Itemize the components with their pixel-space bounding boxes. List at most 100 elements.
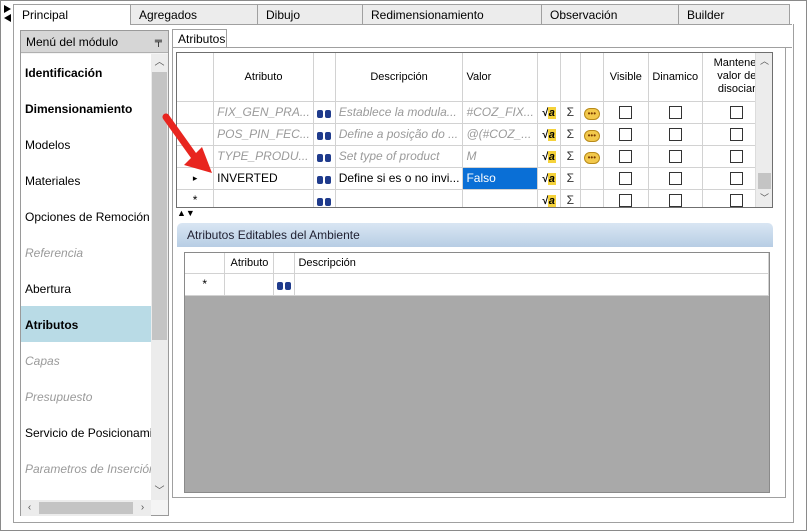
- table-row-new[interactable]: *: [185, 273, 769, 296]
- binoculars-icon[interactable]: [313, 189, 336, 207]
- splitter-arrows-icon[interactable]: ▲▼: [177, 209, 195, 218]
- tab-principal[interactable]: Principal: [13, 4, 131, 25]
- scroll-up-icon[interactable]: ︿: [756, 53, 772, 70]
- tab-label: Builder: [687, 8, 725, 22]
- binoculars-icon[interactable]: [313, 145, 336, 168]
- binoculars-icon[interactable]: [313, 101, 336, 124]
- value-cell[interactable]: Falso: [462, 167, 538, 190]
- attribute-name-cell[interactable]: INVERTED: [213, 167, 314, 190]
- sigma-icon[interactable]: Σ: [560, 145, 581, 168]
- sidebar-item-parametros-insercion: Parametros de Inserción: [25, 462, 151, 476]
- table-row-current[interactable]: ▸ INVERTED Define si es o no invi... Fal…: [177, 167, 772, 190]
- description-cell[interactable]: Establece la modula...: [335, 101, 464, 124]
- tab-dibujo[interactable]: Dibujo: [257, 4, 363, 24]
- dinamico-checkbox[interactable]: [648, 189, 703, 207]
- module-menu-title: Menú del módulo: [26, 35, 119, 49]
- binoculars-icon[interactable]: [313, 123, 336, 146]
- scroll-down-icon[interactable]: ﹀: [756, 190, 772, 207]
- grid-vertical-scrollbar[interactable]: ︿ ﹀: [755, 53, 772, 207]
- description-cell[interactable]: [294, 273, 769, 296]
- tab-label: Dibujo: [266, 8, 301, 22]
- sigma-icon[interactable]: Σ: [560, 101, 581, 124]
- table-row[interactable]: TYPE_PRODU... Set type of product M √a Σ…: [177, 145, 772, 168]
- sidebar-item-materiales[interactable]: Materiales: [21, 162, 151, 198]
- attribute-name-cell[interactable]: FIX_GEN_PRA...: [213, 101, 314, 124]
- tab-observacion[interactable]: Observación: [541, 4, 679, 24]
- env-section-header: Atributos Editables del Ambiente: [177, 223, 773, 247]
- sigma-icon[interactable]: Σ: [560, 123, 581, 146]
- visible-checkbox[interactable]: [603, 101, 649, 124]
- visible-checkbox[interactable]: [603, 167, 649, 190]
- scroll-right-icon[interactable]: ›: [134, 500, 151, 516]
- attributes-table: Atributo Descripción Valor Visible Dinam…: [177, 53, 772, 207]
- sidebar-horizontal-scrollbar[interactable]: ‹ ›: [21, 500, 151, 516]
- sidebar-item-identificacion[interactable]: Identificación: [21, 54, 151, 90]
- main-tabs: Principal Agregados Dibujo Redimensionam…: [13, 4, 790, 25]
- visible-checkbox[interactable]: [603, 123, 649, 146]
- value-cell[interactable]: #COZ_FIX...: [462, 101, 538, 124]
- scroll-up-icon[interactable]: ︿: [151, 54, 168, 71]
- sidebar-item-dimensionamiento[interactable]: Dimensionamiento: [21, 90, 151, 126]
- module-menu-header: Menú del módulo ╤: [21, 31, 168, 53]
- binoculars-icon[interactable]: [273, 273, 296, 296]
- col-atributo[interactable]: Atributo: [224, 253, 275, 274]
- comment-icon[interactable]: •••: [580, 145, 604, 168]
- description-cell[interactable]: [335, 189, 464, 207]
- dinamico-checkbox[interactable]: [648, 101, 703, 124]
- sidebar-item-servicio-posicionamiento[interactable]: Servicio de Posicionamiento: [21, 414, 151, 450]
- formula-icon[interactable]: √a: [537, 167, 561, 190]
- col-dinamico[interactable]: Dinamico: [648, 53, 703, 102]
- attribute-name-cell[interactable]: [213, 189, 314, 207]
- attribute-name-cell[interactable]: [224, 273, 275, 296]
- formula-icon[interactable]: √a: [537, 123, 561, 146]
- formula-icon[interactable]: √a: [537, 189, 561, 207]
- sidebar-item-opciones-remocion[interactable]: Opciones de Remoción: [21, 198, 151, 234]
- value-cell[interactable]: @(#COZ_...: [462, 123, 538, 146]
- sidebar-item-abertura[interactable]: Abertura: [21, 270, 151, 306]
- comment-icon[interactable]: •••: [580, 123, 604, 146]
- header-row: Atributo Descripción Valor Visible Dinam…: [177, 53, 772, 102]
- table-row[interactable]: FIX_GEN_PRA... Establece la modula... #C…: [177, 101, 772, 124]
- col-valor[interactable]: Valor: [462, 53, 538, 102]
- col-descripcion[interactable]: Descripción: [335, 53, 464, 102]
- tab-builder[interactable]: Builder: [678, 4, 790, 24]
- visible-checkbox[interactable]: [603, 189, 649, 207]
- tab-label: Principal: [22, 8, 69, 22]
- tab-scroll-icon[interactable]: [3, 4, 13, 22]
- sidebar-item-atributos[interactable]: Atributos: [21, 306, 151, 342]
- value-cell[interactable]: M: [462, 145, 538, 168]
- dinamico-checkbox[interactable]: [648, 167, 703, 190]
- tab-atributos[interactable]: Atributos: [172, 29, 227, 47]
- scroll-down-icon[interactable]: ﹀: [151, 483, 168, 500]
- sigma-icon[interactable]: Σ: [560, 167, 581, 190]
- tab-agregados[interactable]: Agregados: [130, 4, 258, 24]
- comment-icon[interactable]: •••: [580, 101, 604, 124]
- sidebar-item-modelos[interactable]: Modelos: [21, 126, 151, 162]
- visible-checkbox[interactable]: [603, 145, 649, 168]
- col-atributo[interactable]: Atributo: [213, 53, 314, 102]
- sigma-icon[interactable]: Σ: [560, 189, 581, 207]
- comment-cell[interactable]: [580, 189, 604, 207]
- description-cell[interactable]: Set type of product: [335, 145, 464, 168]
- formula-icon[interactable]: √a: [537, 101, 561, 124]
- scroll-left-icon[interactable]: ‹: [21, 500, 38, 516]
- tab-redimensionamiento[interactable]: Redimensionamiento: [362, 4, 542, 24]
- formula-icon[interactable]: √a: [537, 145, 561, 168]
- binoculars-icon[interactable]: [313, 167, 336, 190]
- value-cell[interactable]: [462, 189, 538, 207]
- dinamico-checkbox[interactable]: [648, 145, 703, 168]
- attribute-name-cell[interactable]: POS_PIN_FEC...: [213, 123, 314, 146]
- description-cell[interactable]: Define si es o no invi...: [335, 167, 464, 190]
- table-row-new[interactable]: * √a Σ: [177, 189, 772, 207]
- attribute-name-cell[interactable]: TYPE_PRODU...: [213, 145, 314, 168]
- env-attributes-table: Atributo Descripción *: [185, 253, 769, 296]
- table-row[interactable]: POS_PIN_FEC... Define a posição do ... @…: [177, 123, 772, 146]
- col-visible[interactable]: Visible: [603, 53, 649, 102]
- description-cell[interactable]: Define a posição do ...: [335, 123, 464, 146]
- scroll-thumb[interactable]: [758, 173, 771, 189]
- col-descripcion[interactable]: Descripción: [294, 253, 769, 274]
- comment-cell[interactable]: [580, 167, 604, 190]
- pin-icon[interactable]: ╤: [155, 36, 162, 47]
- dinamico-checkbox[interactable]: [648, 123, 703, 146]
- scroll-thumb[interactable]: [39, 502, 133, 514]
